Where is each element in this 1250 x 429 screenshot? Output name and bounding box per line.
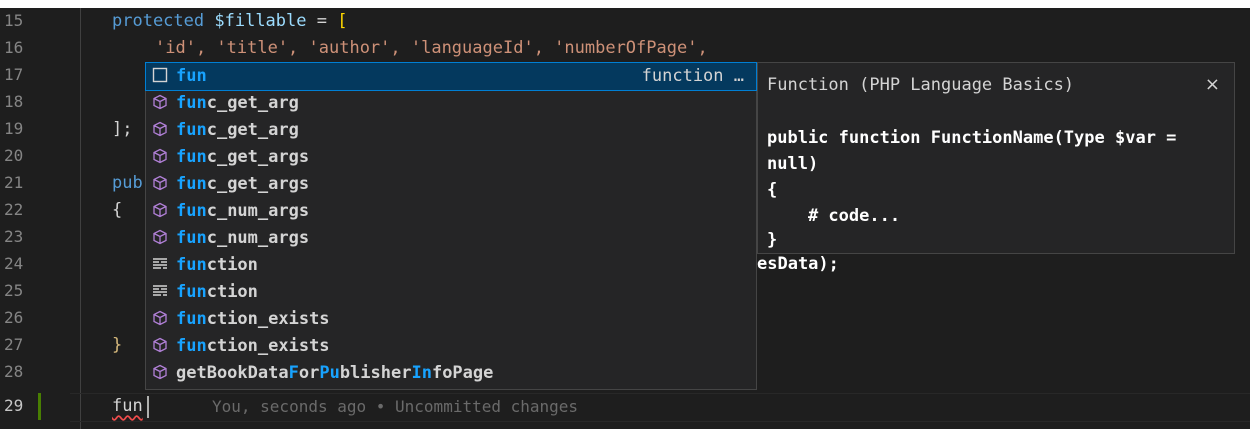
line-number: 16 [4,38,24,57]
suggest-label: func_num_args [176,198,309,225]
keyword-protected: protected [112,11,205,31]
indent-guide [80,8,81,429]
suggest-item[interactable]: function_exists [146,333,756,360]
cube-icon [151,202,169,220]
variable-fillable: $fillable [214,11,307,31]
suggest-label: function [176,252,258,279]
suggest-label: fun [176,63,207,90]
docs-code-line: null) [767,154,819,174]
suggest-item[interactable]: func_get_args [146,171,756,198]
match-highlight: fun [176,201,207,221]
docs-title: Function (PHP Language Basics) [767,75,1075,95]
top-window-strip [0,0,1250,8]
cube-icon [151,229,169,247]
suggest-label: function_exists [176,333,330,360]
line-number: 19 [4,119,24,138]
suggest-item[interactable]: function [146,252,756,279]
label-rest: c_get_args [206,147,310,167]
cube-icon [151,94,169,112]
match-highlight: fun [176,93,207,113]
git-modified-indicator [38,393,41,420]
match-highlight: fun [176,336,207,356]
label-rest: c_get_arg [206,93,299,113]
text-caret [147,396,149,418]
suggest-label: func_get_args [176,144,309,171]
match-highlight: fun [176,120,207,140]
match-highlight: fun [176,282,207,302]
suggest-item[interactable]: func_num_args [146,198,756,225]
line-number: 24 [4,254,24,273]
suggest-item[interactable]: function [146,279,756,306]
line-number: 20 [4,146,24,165]
line-number: 17 [4,65,24,84]
suggest-label: function_exists [176,306,330,333]
docs-code-line: { [767,180,778,200]
label-rest: ction [206,255,258,275]
typed-text[interactable]: fun [112,393,143,420]
suggest-label: function [176,279,258,306]
line-number: 26 [4,308,24,327]
autocomplete-suggest-widget[interactable]: fun function … func_get_arg func_get_arg… [145,62,757,390]
code-line-24-tail[interactable]: esData); [757,251,839,278]
keyword-lines-icon [151,283,169,301]
label-rest: c_num_args [206,228,310,248]
match-highlight: fun [176,147,207,167]
match-highlight: fun [176,228,207,248]
suggest-item[interactable]: func_get_arg [146,117,756,144]
suggest-label: func_get_args [176,171,309,198]
suggest-item[interactable]: function_exists [146,306,756,333]
line-number-gutter: 15 16 17 18 19 20 21 22 23 24 25 26 27 2… [0,8,70,429]
label-rest: ction [206,282,258,302]
cube-icon [151,148,169,166]
cube-icon [151,337,169,355]
cube-icon [151,310,169,328]
line-number: 28 [4,362,24,381]
git-blame-annotation: You, seconds ago • Uncommitted changes [212,397,579,416]
suggest-label: getBookDataForPublisherInfoPage [176,363,494,383]
suggest-detail: function … [641,66,744,86]
cube-icon [151,121,169,139]
code-line-22[interactable]: { [112,197,122,224]
suggest-label: func_get_arg [176,90,299,117]
match-highlight: fun [176,66,207,86]
close-icon[interactable]: × [1205,72,1220,98]
match-highlight: fun [176,255,207,275]
suggest-item[interactable]: fun function … [145,62,757,91]
bracket: [ [337,11,348,31]
code-line-15[interactable]: protected $fillable = [ [112,8,347,35]
code-line-16[interactable]: 'id', 'title', 'author', 'languageId', '… [155,35,708,62]
label-rest: ction_exists [206,336,330,356]
keyword-lines-icon [151,256,169,274]
docs-code-line: } [767,230,778,250]
line-number: 23 [4,227,24,246]
suggest-item[interactable]: func_get_args [146,144,756,171]
code-line-19[interactable]: ]; [112,116,132,143]
match-highlight: fun [176,309,207,329]
line-number: 22 [4,200,24,219]
label-rest: ction_exists [206,309,330,329]
suggest-item[interactable]: func_num_args [146,225,756,252]
suggest-label: func_get_arg [176,117,299,144]
operator: = [306,11,338,31]
docs-code-line: public function FunctionName(Type $var = [767,128,1177,148]
label-rest: c_num_args [206,201,310,221]
label-rest: c_get_args [206,174,310,194]
suggest-item[interactable]: getBookDataForPublisherInfoPage [146,360,756,387]
cube-icon [151,364,169,382]
line-number: 15 [4,11,24,30]
code-line-21[interactable]: pub [112,170,143,197]
line-number: 18 [4,92,24,111]
suggest-details-panel[interactable]: Function (PHP Language Basics) × public … [757,62,1235,254]
cube-icon [151,175,169,193]
line-number: 27 [4,335,24,354]
suggest-label: func_num_args [176,225,309,252]
match-highlight: fun [176,174,207,194]
docs-code-line: # code... [767,206,901,226]
snippet-box-icon [151,67,169,85]
line-number: 25 [4,281,24,300]
suggest-item[interactable]: func_get_arg [146,90,756,117]
label-rest: c_get_arg [206,120,299,140]
code-line-27[interactable]: } [112,332,122,359]
line-number: 21 [4,173,24,192]
